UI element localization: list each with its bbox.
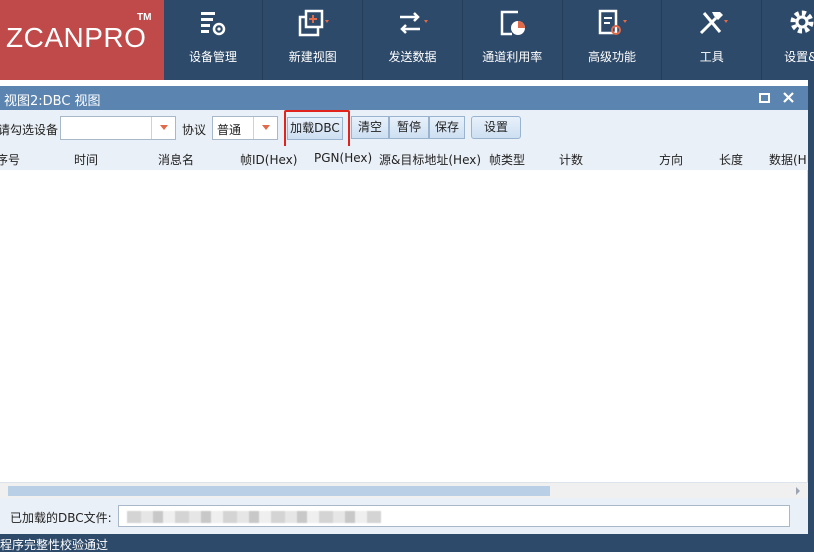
col-direction[interactable]: 方向 bbox=[659, 151, 683, 168]
dbc-file-label: 已加载的DBC文件: bbox=[10, 511, 112, 525]
col-pgn[interactable]: PGN(Hex) bbox=[314, 151, 372, 165]
col-frame-type[interactable]: 帧类型 bbox=[489, 151, 525, 168]
status-bar: 程序完整性校验通过 bbox=[0, 534, 814, 552]
protocol-select-value: 普通 bbox=[217, 123, 242, 137]
advanced-button[interactable]: 高级功能 bbox=[563, 0, 663, 80]
side-edge bbox=[808, 80, 814, 534]
save-button[interactable]: 保存 bbox=[429, 116, 465, 139]
horizontal-scrollbar[interactable] bbox=[0, 482, 808, 498]
channel-usage-label: 通道利用率 bbox=[482, 50, 543, 64]
device-select-label: 请勾选设备 bbox=[0, 123, 59, 137]
channel-usage-button[interactable]: 通道利用率 bbox=[463, 0, 563, 80]
dbc-file-path-redacted bbox=[127, 511, 381, 523]
status-text: 程序完整性校验通过 bbox=[0, 538, 109, 552]
tools-button[interactable]: 工具 bbox=[662, 0, 763, 80]
tools-label: 工具 bbox=[699, 50, 724, 64]
clear-button[interactable]: 清空 bbox=[351, 116, 389, 139]
device-select[interactable] bbox=[60, 116, 176, 140]
channel-usage-icon bbox=[500, 10, 526, 36]
chevron-down-icon[interactable] bbox=[253, 117, 277, 139]
settings-label: 设置& bbox=[784, 50, 814, 64]
col-message-name[interactable]: 消息名 bbox=[158, 151, 194, 168]
col-data[interactable]: 数据(H bbox=[769, 151, 807, 168]
col-count[interactable]: 计数 bbox=[559, 151, 583, 168]
chevron-down-icon[interactable] bbox=[151, 117, 175, 139]
send-data-icon bbox=[400, 12, 429, 34]
col-time[interactable]: 时间 bbox=[74, 151, 98, 168]
pause-button[interactable]: 暂停 bbox=[389, 116, 429, 139]
ribbon: ZCANPRO TM 设备管理 新建视图 发送数据 通道利用率 高级功能 工具 … bbox=[0, 0, 814, 80]
scroll-right-icon[interactable] bbox=[796, 487, 800, 495]
scrollbar-thumb[interactable] bbox=[8, 486, 550, 496]
table-header: 序号 时间 消息名 帧ID(Hex) PGN(Hex) 源&目标地址(Hex) … bbox=[0, 146, 808, 170]
view-title-bar: 视图2:DBC 视图 bbox=[0, 86, 808, 110]
advanced-icon bbox=[598, 9, 627, 35]
device-manage-icon bbox=[200, 12, 226, 36]
col-frame-id[interactable]: 帧ID(Hex) bbox=[240, 151, 297, 168]
settings-icon bbox=[790, 10, 814, 34]
dbc-toolbar: 请勾选设备 协议 普通 加载DBC 清空 暂停 保存 设置 bbox=[0, 110, 808, 146]
maximize-icon[interactable] bbox=[757, 90, 773, 106]
new-view-icon bbox=[298, 9, 329, 37]
tools-icon bbox=[699, 12, 728, 35]
brand-name: ZCANPRO bbox=[6, 22, 147, 53]
new-view-label: 新建视图 bbox=[288, 50, 337, 64]
send-data-label: 发送数据 bbox=[388, 50, 437, 64]
col-src-dst[interactable]: 源&目标地址(Hex) bbox=[379, 151, 481, 168]
close-icon[interactable] bbox=[781, 90, 797, 106]
new-view-button[interactable]: 新建视图 bbox=[263, 0, 364, 80]
protocol-select[interactable]: 普通 bbox=[212, 116, 278, 140]
protocol-label: 协议 bbox=[182, 123, 207, 137]
app-logo: ZCANPRO TM bbox=[0, 0, 164, 80]
dbc-file-path-field[interactable] bbox=[118, 505, 790, 527]
device-manage-button[interactable]: 设备管理 bbox=[164, 0, 264, 80]
settings-button[interactable]: 设置 bbox=[471, 116, 521, 139]
col-index[interactable]: 序号 bbox=[0, 151, 20, 168]
view-title: 视图2:DBC 视图 bbox=[4, 94, 101, 109]
send-data-button[interactable]: 发送数据 bbox=[363, 0, 463, 80]
device-manage-label: 设备管理 bbox=[188, 50, 237, 64]
settings-button[interactable]: 设置& bbox=[762, 0, 814, 80]
load-dbc-highlight bbox=[284, 110, 350, 148]
advanced-label: 高级功能 bbox=[587, 50, 636, 64]
col-length[interactable]: 长度 bbox=[719, 151, 743, 168]
message-table-body[interactable] bbox=[0, 170, 808, 482]
dbc-file-bar: 已加载的DBC文件: bbox=[0, 498, 808, 534]
brand-tm: TM bbox=[137, 12, 152, 23]
